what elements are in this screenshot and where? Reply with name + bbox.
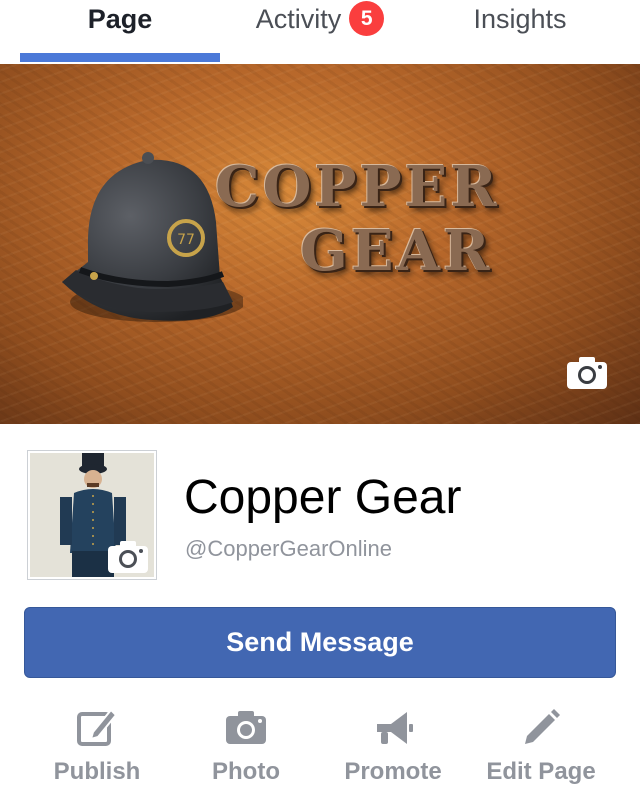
active-tab-indicator (20, 53, 220, 62)
photo-label: Photo (212, 758, 280, 785)
camera-icon (226, 711, 266, 744)
edit-page-button[interactable]: Edit Page (466, 706, 616, 796)
page-title: Copper Gear (184, 471, 462, 524)
photo-button[interactable]: Photo (171, 706, 321, 796)
tab-page-label: Page (87, 4, 153, 34)
publish-label: Publish (53, 758, 141, 785)
cover-logo-line1: COPPER (215, 154, 500, 220)
notification-badge: 5 (349, 1, 385, 36)
page-username: @CopperGearOnline (185, 536, 392, 561)
tab-insights[interactable]: Insights (420, 0, 620, 64)
tab-insights-label: Insights (473, 4, 567, 34)
svg-text:77: 77 (177, 232, 195, 248)
tab-activity[interactable]: Activity 5 (220, 0, 420, 64)
cover-logo-text: COPPER GEAR (205, 159, 500, 279)
camera-icon[interactable] (566, 356, 608, 390)
promote-button[interactable]: Promote (318, 706, 468, 796)
promote-label: Promote (344, 758, 442, 785)
tab-bar: Page Activity 5 Insights (0, 0, 640, 64)
compose-icon (77, 708, 118, 746)
edit-page-label: Edit Page (486, 758, 596, 785)
publish-button[interactable]: Publish (22, 706, 172, 796)
pencil-icon (525, 709, 560, 744)
megaphone-icon (377, 712, 413, 744)
tab-activity-label: Activity (255, 4, 342, 34)
cover-logo-line2: GEAR (300, 218, 493, 284)
camera-icon[interactable] (107, 540, 149, 574)
cover-photo[interactable]: 77 COPPER GEAR (0, 64, 640, 424)
send-message-button[interactable]: Send Message (24, 607, 616, 678)
